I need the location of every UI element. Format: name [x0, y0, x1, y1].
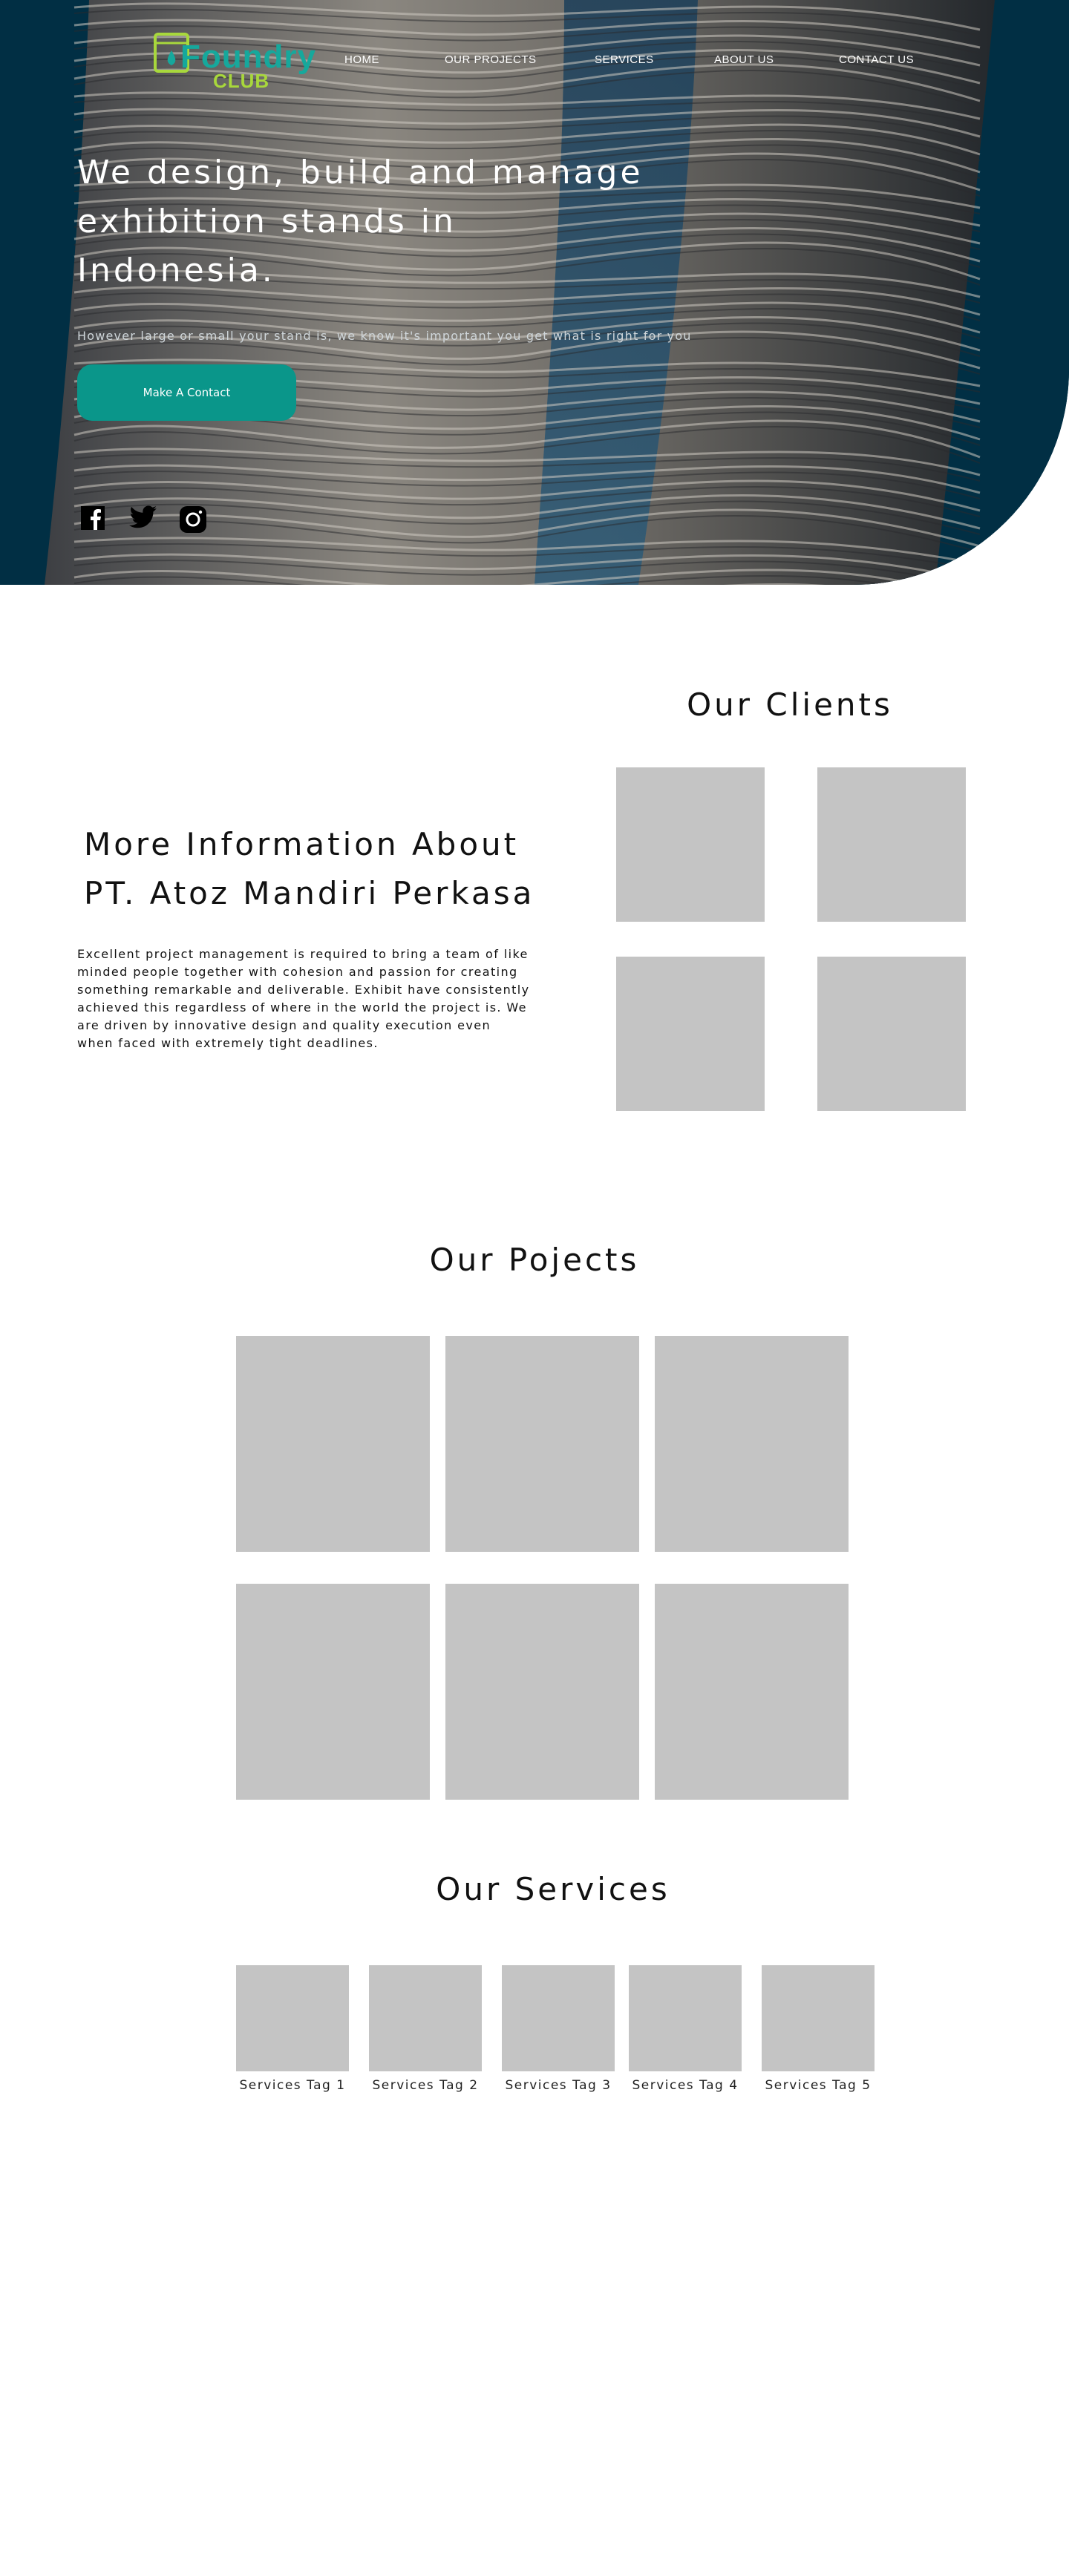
client-logo[interactable] — [616, 767, 765, 922]
project-thumbnail[interactable] — [236, 1584, 430, 1800]
about-heading-line2: PT. Atoz Mandiri Perkasa — [84, 875, 535, 911]
facebook-icon — [81, 506, 105, 530]
service-thumbnail[interactable] — [762, 1965, 875, 2071]
hero-section: Foundry CLUB HOME OUR PROJECTS SERVICES … — [0, 0, 1069, 585]
logo-club-text: CLUB — [213, 70, 270, 92]
about-heading-line1: More Information About — [84, 826, 520, 862]
make-contact-button[interactable]: Make A Contact — [77, 364, 296, 421]
hero-subtext: However large or small your stand is, we… — [77, 329, 692, 343]
nav-our-projects[interactable]: OUR PROJECTS — [445, 53, 537, 66]
projects-title: Our Pojects — [429, 1242, 640, 1278]
facebook-link[interactable] — [79, 505, 109, 534]
client-logo[interactable] — [817, 957, 966, 1111]
service-tag-label[interactable]: Services Tag 2 — [366, 2078, 485, 2093]
hero-headline-line1: We design, build and manage — [77, 154, 644, 191]
brand-logo[interactable]: Foundry CLUB — [152, 28, 316, 95]
service-thumbnail[interactable] — [502, 1965, 615, 2071]
clients-title: Our Clients — [687, 686, 893, 723]
project-thumbnail[interactable] — [655, 1336, 849, 1552]
instagram-icon — [180, 506, 206, 533]
nav-contact-us[interactable]: CONTACT US — [839, 53, 914, 66]
about-heading: More Information About PT. Atoz Mandiri … — [84, 820, 559, 918]
hero-headline-line2: exhibition stands in Indonesia. — [77, 203, 457, 289]
service-tag-label[interactable]: Services Tag 5 — [759, 2078, 877, 2093]
hero-headline: We design, build and manage exhibition s… — [77, 148, 656, 295]
nav-home[interactable]: HOME — [344, 53, 379, 66]
nav-about-us[interactable]: ABOUT US — [714, 53, 774, 66]
project-thumbnail[interactable] — [655, 1584, 849, 1800]
about-text: Excellent project management is required… — [77, 947, 530, 1050]
service-thumbnail[interactable] — [629, 1965, 742, 2071]
project-thumbnail[interactable] — [445, 1336, 639, 1552]
project-thumbnail[interactable] — [445, 1584, 639, 1800]
client-logo[interactable] — [616, 957, 765, 1111]
project-thumbnail[interactable] — [236, 1336, 430, 1552]
service-tag-label[interactable]: Services Tag 3 — [499, 2078, 618, 2093]
service-tag-label[interactable]: Services Tag 4 — [626, 2078, 745, 2093]
service-tag-label[interactable]: Services Tag 1 — [233, 2078, 352, 2093]
twitter-link[interactable] — [128, 505, 158, 534]
navbar: Foundry CLUB HOME OUR PROJECTS SERVICES … — [0, 0, 1069, 111]
service-thumbnail[interactable] — [236, 1965, 349, 2071]
instagram-link[interactable] — [178, 505, 208, 534]
service-thumbnail[interactable] — [369, 1965, 482, 2071]
nav-services[interactable]: SERVICES — [595, 53, 654, 66]
client-logo[interactable] — [817, 767, 966, 922]
twitter-icon — [129, 505, 157, 528]
services-title: Our Services — [436, 1871, 670, 1907]
